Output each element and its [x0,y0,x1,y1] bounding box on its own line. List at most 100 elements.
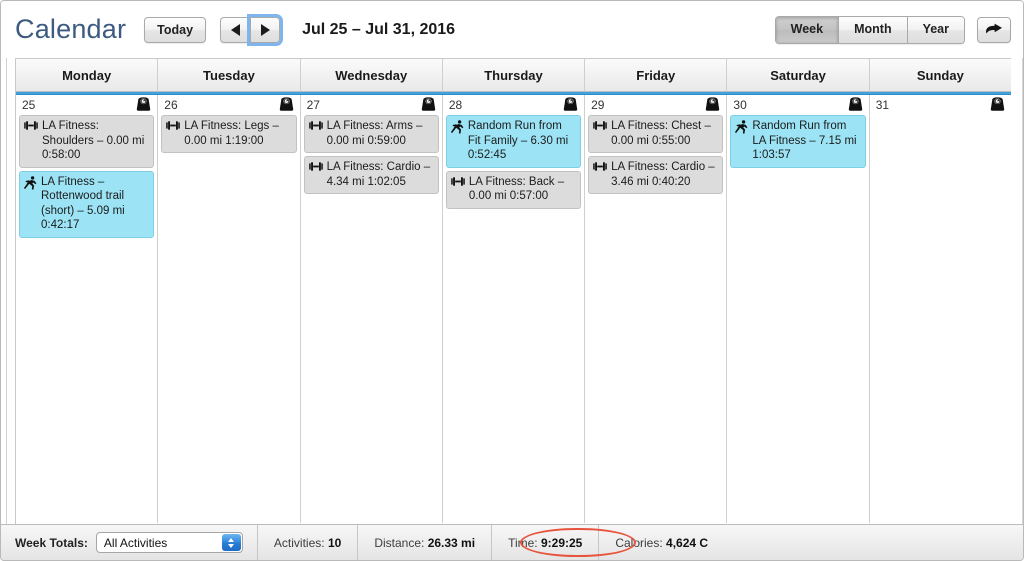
view-tab-year[interactable]: Year [907,16,964,43]
weekday-header-wednesday: Wednesday [301,59,443,91]
weight-scale-button[interactable] [848,97,863,116]
day-number: 28 [448,98,463,112]
calendar-event[interactable]: LA Fitness: Back – 0.00 mi 0:57:00 [445,170,582,209]
event-list: LA Fitness: Arms – 0.00 mi 0:59:00 LA Fit… [301,115,442,194]
total-calories-label: Calories: [615,535,663,550]
calendar-app: Calendar Today Jul 25 – Jul 31, 2016 Wee… [0,0,1024,561]
calendar-event-label: LA Fitness: Back – 0.00 mi 0:57:00 [468,175,565,203]
view-switcher: Week Month Year [774,15,965,44]
calendar-event[interactable]: LA Fitness: Chest – 0.00 mi 0:55:00 [588,115,724,153]
dumbbell-icon [166,121,181,130]
day-cell[interactable]: 28 Random Run from Fit Family – 6.30 mi 0… [442,95,586,523]
weight-scale-icon [990,97,1005,111]
share-button[interactable] [977,16,1011,43]
total-activities: Activities: 10 [258,536,357,550]
calendar-event[interactable]: LA Fitness – Rottenwood trail (short) – … [19,170,155,238]
dumbbell-icon [451,176,465,186]
weight-scale-button[interactable] [136,97,151,116]
calendar-event-label: LA Fitness: Cardio – 4.34 mi 1:02:05 [326,161,431,188]
total-time-label: Time: [508,535,538,550]
date-range-label: Jul 25 – Jul 31, 2016 [302,20,456,38]
view-tab-month[interactable]: Month [839,16,908,43]
left-gutter [2,58,16,525]
activity-filter-value: All Activities [103,535,168,550]
triangle-right-icon [260,23,270,36]
calendar-event[interactable]: LA Fitness: Cardio – 3.46 mi 0:40:20 [588,156,724,194]
total-distance: Distance: 26.33 mi [358,536,491,550]
calendar-grid: Monday Tuesday Wednesday Thursday Friday… [2,58,1011,525]
weight-scale-button[interactable] [990,97,1005,116]
calendar-event[interactable]: LA Fitness: Arms – 0.00 mi 0:59:00 [303,115,439,153]
event-list: LA Fitness: Chest – 0.00 mi 0:55:00 LA Fi… [585,115,726,194]
day-cell[interactable]: 27 LA Fitness: Arms – 0.00 mi 0:59:00 LA F… [300,95,443,523]
calendar-event-label: Random Run from LA Fitness – 7.15 mi 1:0… [752,120,857,161]
total-calories: Calories: 4,624 C [599,536,724,550]
weight-scale-button[interactable] [705,97,720,116]
calendar-event[interactable]: LA Fitness: Cardio – 4.34 mi 1:02:05 [303,156,439,194]
calendar-event[interactable]: LA Fitness: Legs – 0.00 mi 1:19:00 [161,115,297,153]
calendar-event-label: LA Fitness: Chest – 0.00 mi 0:55:00 [611,120,711,147]
runner-icon [735,120,748,139]
weight-scale-icon [279,97,293,111]
dumbbell-icon [24,120,38,136]
day-number: 27 [306,98,320,112]
calendar-event-label: LA Fitness – Rottenwood trail (short) – … [41,175,125,232]
day-header: 27 [301,95,442,115]
runner-icon [24,175,37,195]
day-cell[interactable]: 26 LA Fitness: Legs – 0.00 mi 1:19:00 [158,95,301,523]
weekday-header-friday: Friday [585,59,728,91]
weight-scale-button[interactable] [563,97,578,116]
calendar-event[interactable]: LA Fitness: Shoulders – 0.00 mi 0:58:00 [19,115,155,168]
previous-week-button[interactable] [220,16,251,43]
weight-scale-button[interactable] [279,97,294,116]
stepper-icon[interactable] [221,534,241,551]
day-number: 29 [591,98,605,112]
runner-icon [450,120,464,134]
day-header: 31 [870,95,1011,115]
day-header: 29 [585,95,726,115]
weekday-header-tuesday: Tuesday [158,59,301,91]
calendar-event-label: LA Fitness: Legs – 0.00 mi 1:19:00 [184,120,279,147]
runner-icon [24,175,37,190]
calendar-event[interactable]: Random Run from Fit Family – 6.30 mi 0:5… [445,115,582,168]
day-header: 26 [158,95,299,115]
day-cell[interactable]: 29 LA Fitness: Chest – 0.00 mi 0:55:00 LA … [585,95,728,523]
today-button[interactable]: Today [144,16,207,43]
weekday-header-saturday: Saturday [727,59,870,91]
week-totals-label: Week Totals: [15,535,88,550]
event-list: LA Fitness: Legs – 0.00 mi 1:19:00 [158,115,299,153]
view-tab-week[interactable]: Week [775,16,840,43]
dumbbell-icon [593,161,607,177]
weekday-header-monday: Monday [16,59,159,91]
week-totals-bar: Week Totals: All Activities Activities: … [1,524,1023,560]
nav-buttons [220,13,284,46]
day-header: 28 [443,95,584,115]
event-list: Random Run from LA Fitness – 7.15 mi 1:0… [727,115,868,168]
day-number: 25 [22,98,36,112]
dumbbell-icon [308,162,323,171]
total-calories-value: 4,624 C [666,535,709,550]
next-week-button[interactable] [247,13,284,46]
event-list: LA Fitness: Shoulders – 0.00 mi 0:58:00 L… [16,115,157,238]
dumbbell-icon [308,161,323,177]
dumbbell-icon [166,120,181,136]
dumbbell-icon [308,121,323,130]
calendar-event-label: LA Fitness: Arms – 0.00 mi 0:59:00 [326,120,423,147]
page-title: Calendar [15,14,127,44]
weight-scale-button[interactable] [421,97,436,116]
dumbbell-icon [24,121,38,130]
calendar-event-label: Random Run from Fit Family – 6.30 mi 0:5… [467,120,569,161]
weekday-header-sunday: Sunday [916,67,964,83]
day-cell[interactable]: 25 LA Fitness: Shoulders – 0.00 mi 0:58:0… [16,95,159,523]
weight-scale-icon [563,97,578,111]
day-cell[interactable]: 31 [869,95,1011,523]
runner-icon [450,120,464,139]
grid-right-edge [1022,58,1023,525]
calendar-event[interactable]: Random Run from LA Fitness – 7.15 mi 1:0… [730,115,866,168]
total-distance-value: 26.33 mi [427,535,476,550]
chevron-down-icon [228,543,235,548]
day-number: 31 [875,98,890,112]
activity-filter-select[interactable]: All Activities [95,532,243,553]
day-cell[interactable]: 30 Random Run from LA Fitness – 7.15 mi 1… [727,95,870,523]
weekday-header-thursday: Thursday [443,59,586,91]
